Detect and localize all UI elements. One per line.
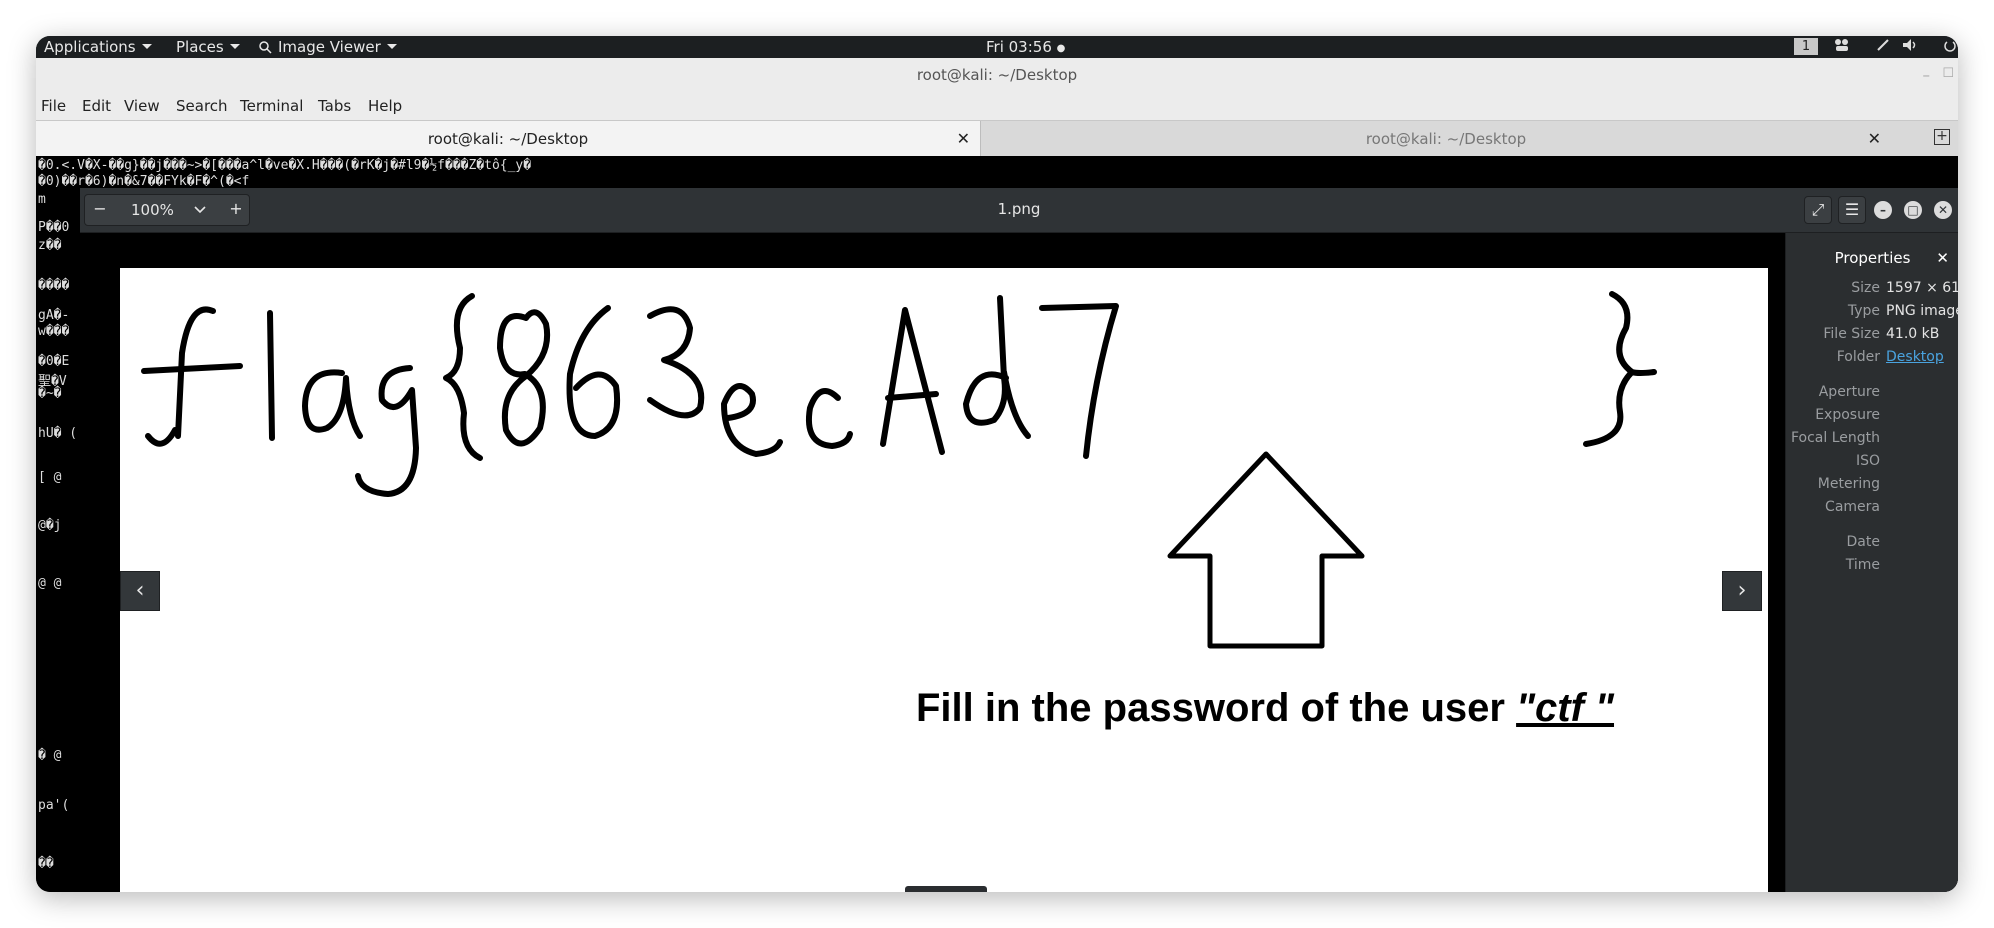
- volume-icon[interactable]: [1902, 37, 1920, 57]
- close-tab-icon[interactable]: ✕: [1868, 121, 1881, 157]
- prop-type-value: PNG image: [1886, 303, 1958, 319]
- terminal-line: hU� (: [38, 426, 78, 441]
- caption-username: "ctf ": [1516, 686, 1615, 730]
- terminal-line: �~�: [38, 386, 62, 401]
- prop-folder-label: Folder: [1836, 349, 1880, 365]
- terminal-line: �0.<.V�X-��g}��j���~>�[���a^l�ve�X.H���(…: [38, 158, 532, 173]
- terminal-line: P��0: [38, 220, 70, 235]
- network-icon[interactable]: [1834, 37, 1850, 57]
- prop-type-label: Type: [1847, 303, 1880, 319]
- terminal-line: � @: [38, 748, 62, 763]
- desktop-screen: Applications Places Image Viewer Fri 03:…: [36, 36, 1958, 892]
- handwritten-flag-drawing: [141, 291, 1657, 649]
- terminal-line: w���: [38, 324, 70, 339]
- app-menu[interactable]: Image Viewer: [258, 37, 397, 57]
- menu-search[interactable]: Search: [176, 97, 228, 115]
- terminal-line: @ @: [38, 576, 62, 591]
- tab-label: root@kali: ~/Desktop: [427, 130, 589, 148]
- zoom-level[interactable]: 100%: [131, 201, 174, 219]
- terminal-line: m: [38, 192, 46, 207]
- zoom-control: − 100% +: [84, 194, 250, 226]
- terminal-line: �0)��r�6)�n�&7��FYk�F�^(�<f: [38, 174, 250, 189]
- terminal-line: pa'(: [38, 798, 70, 813]
- tab-label: root@kali: ~/Desktop: [1365, 130, 1527, 148]
- previous-image-button[interactable]: ‹: [120, 571, 160, 611]
- properties-heading: Properties: [1834, 249, 1911, 267]
- terminal-tab-1[interactable]: root@kali: ~/Desktop ✕: [36, 121, 981, 157]
- minimize-icon[interactable]: –: [1923, 58, 1931, 92]
- exif-exposure-label: Exposure: [1815, 407, 1880, 423]
- zoom-in-button[interactable]: +: [227, 200, 245, 218]
- places-label: Places: [176, 38, 224, 56]
- next-image-button[interactable]: ›: [1722, 571, 1762, 611]
- edit-tool-icon[interactable]: [1876, 37, 1890, 57]
- maximize-icon[interactable]: ☐: [1942, 57, 1954, 91]
- caption-main: Fill in the password of the user: [916, 686, 1517, 730]
- prop-size-value: 1597 × 614 pixels: [1886, 280, 1958, 296]
- terminal-tabbar: root@kali: ~/Desktop ✕ root@kali: ~/Desk…: [36, 120, 1958, 157]
- close-tab-icon[interactable]: ✕: [957, 121, 970, 157]
- minimize-window-icon[interactable]: –: [1874, 201, 1892, 219]
- terminal-tab-2[interactable]: root@kali: ~/Desktop ✕: [981, 121, 1911, 157]
- prop-filesize-value: 41.0 kB: [1886, 326, 1940, 342]
- viewer-title: 1.png: [997, 200, 1041, 218]
- menu-view[interactable]: View: [124, 97, 160, 115]
- exif-metering-label: Metering: [1817, 476, 1880, 492]
- close-window-icon[interactable]: ✕: [1934, 201, 1952, 219]
- chevron-down-icon[interactable]: [193, 205, 207, 215]
- time-label: Time: [1845, 557, 1880, 573]
- applications-label: Applications: [44, 38, 136, 56]
- terminal-menubar: File Edit View Search Terminal Tabs Help: [36, 92, 1958, 120]
- thumbnail-handle[interactable]: [905, 886, 987, 892]
- chevron-down-icon: [229, 44, 240, 49]
- terminal-line: �0�E: [38, 354, 70, 369]
- terminal-line: ����: [38, 278, 70, 293]
- clock[interactable]: Fri 03:56 ●: [986, 37, 1065, 57]
- terminal-line: @�j: [38, 518, 62, 533]
- fullscreen-button[interactable]: ⤢: [1804, 196, 1832, 224]
- terminal-line: ��: [38, 856, 54, 871]
- workspace-indicator[interactable]: 1: [1794, 38, 1818, 55]
- image-viewer-icon: [259, 41, 272, 54]
- exif-aperture-label: Aperture: [1818, 384, 1880, 400]
- exif-focal-length-label: Focal Length: [1790, 430, 1880, 446]
- menu-terminal[interactable]: Terminal: [240, 97, 303, 115]
- terminal-titlebar: root@kali: ~/Desktop – ☐: [36, 58, 1958, 92]
- chevron-down-icon: [386, 44, 397, 49]
- menu-edit[interactable]: Edit: [82, 97, 111, 115]
- exif-iso-label: ISO: [1855, 453, 1880, 469]
- clock-label: Fri 03:56: [986, 38, 1052, 56]
- zoom-out-button[interactable]: −: [91, 200, 109, 218]
- hamburger-menu-button[interactable]: ☰: [1838, 196, 1866, 224]
- properties-panel: Properties ✕ Size 1597 × 614 pixels Type…: [1785, 233, 1958, 892]
- terminal-line: z��: [38, 238, 62, 253]
- terminal-line: [ @: [38, 470, 62, 485]
- image-viewer-window: − 100% + 1.png ⤢ ☰ – □ ✕ Fill in the pas…: [80, 188, 1958, 892]
- app-name-label: Image Viewer: [278, 38, 381, 56]
- exif-camera-label: Camera: [1825, 499, 1880, 515]
- maximize-window-icon[interactable]: □: [1904, 201, 1922, 219]
- notification-dot-icon: ●: [1056, 43, 1066, 54]
- close-panel-icon[interactable]: ✕: [1936, 249, 1949, 267]
- chevron-down-icon: [141, 44, 152, 49]
- menu-tabs[interactable]: Tabs: [318, 97, 351, 115]
- prop-folder-link[interactable]: Desktop: [1886, 349, 1944, 365]
- menu-file[interactable]: File: [41, 97, 66, 115]
- prop-size-label: Size: [1851, 280, 1880, 296]
- new-tab-icon[interactable]: +: [1934, 129, 1950, 145]
- terminal-line: gA�-: [38, 308, 70, 323]
- power-icon[interactable]: [1944, 37, 1956, 57]
- places-menu[interactable]: Places: [176, 37, 240, 57]
- displayed-image: Fill in the password of the user "ctf ": [120, 268, 1768, 892]
- terminal-title: root@kali: ~/Desktop: [916, 66, 1078, 84]
- top-panel: Applications Places Image Viewer Fri 03:…: [36, 36, 1958, 58]
- image-canvas[interactable]: Fill in the password of the user "ctf " …: [80, 233, 1785, 892]
- prop-filesize-label: File Size: [1823, 326, 1880, 342]
- viewer-headerbar: − 100% + 1.png ⤢ ☰ – □ ✕: [80, 188, 1958, 233]
- caption-text: Fill in the password of the user "ctf ": [916, 686, 1614, 731]
- applications-menu[interactable]: Applications: [44, 37, 152, 57]
- date-label: Date: [1846, 534, 1880, 550]
- menu-help[interactable]: Help: [368, 97, 402, 115]
